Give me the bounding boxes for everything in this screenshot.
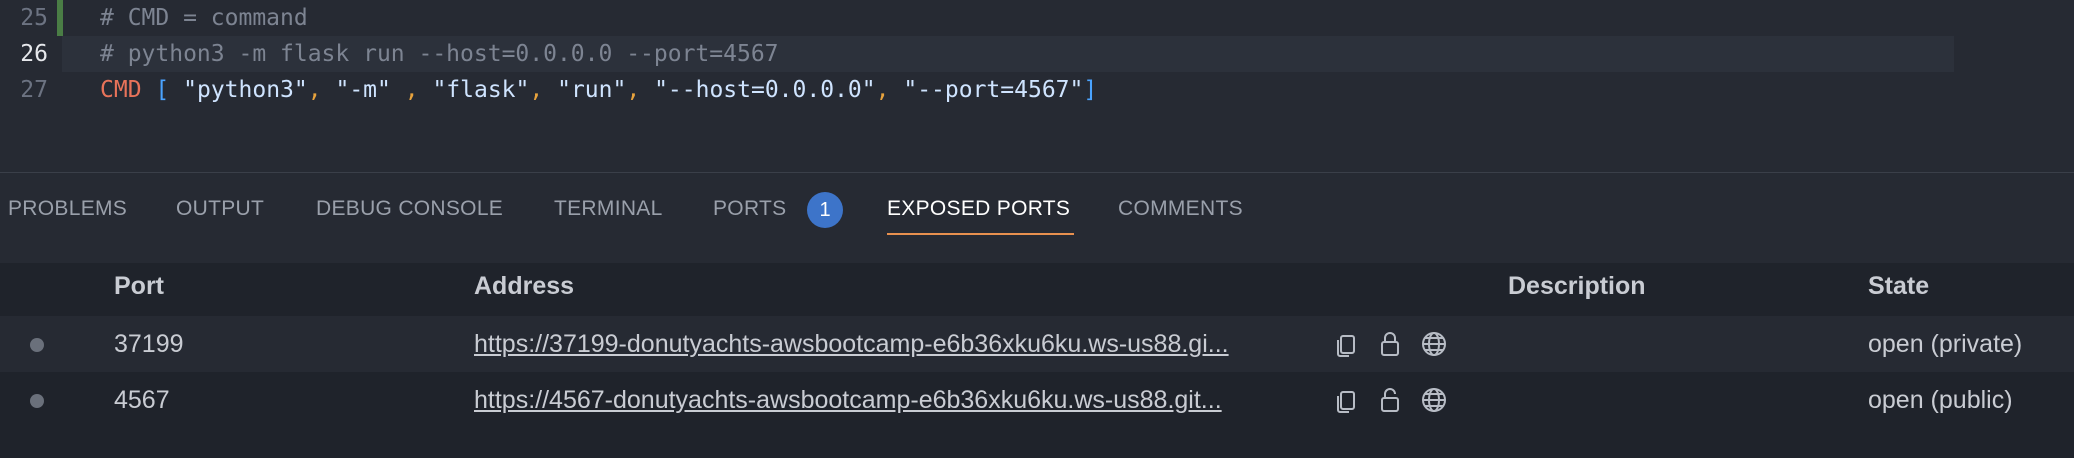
unlock-icon[interactable] <box>1376 386 1404 414</box>
code-line[interactable]: 25 # CMD = command <box>0 0 2074 36</box>
port-cell: 37199 <box>114 330 184 358</box>
address-link[interactable]: https://4567-donutyachts-awsbootcamp-e6b… <box>474 372 1319 428</box>
address-link[interactable]: https://37199-donutyachts-awsbootcamp-e6… <box>474 316 1319 372</box>
tab-exposed-ports[interactable]: EXPOSED PORTS <box>887 173 1075 263</box>
code-text: # python3 -m flask run --host=0.0.0.0 --… <box>100 41 779 67</box>
panel-tab-bar: PROBLEMS OUTPUT DEBUG CONSOLE TERMINAL P… <box>0 173 2074 263</box>
copy-icon[interactable] <box>1332 386 1360 414</box>
tab-label: OUTPUT <box>176 197 265 220</box>
table-empty-area <box>0 428 2074 458</box>
tab-label: PROBLEMS <box>8 197 128 220</box>
column-header-port[interactable]: Port <box>114 272 164 301</box>
globe-icon[interactable] <box>1420 386 1448 414</box>
code-editor[interactable]: 25 # CMD = command 26 # python3 -m flask… <box>0 0 2074 172</box>
lock-icon[interactable] <box>1376 330 1404 358</box>
code-string: "flask" <box>432 77 530 103</box>
globe-icon[interactable] <box>1420 330 1448 358</box>
tab-comments[interactable]: COMMENTS <box>1118 173 1243 263</box>
code-line[interactable]: 27 CMD [ "python3", "-m" , "flask", "run… <box>0 72 2074 108</box>
code-bracket: ] <box>1083 77 1098 103</box>
port-status-dot <box>30 394 44 408</box>
tab-debug-console[interactable]: DEBUG CONSOLE <box>316 173 503 263</box>
line-number: 27 <box>20 77 48 103</box>
ports-count-badge: 1 <box>807 192 843 228</box>
tab-label: PORTS <box>713 197 787 220</box>
code-string: "--host=0.0.0.0" <box>654 77 876 103</box>
tab-label: COMMENTS <box>1118 197 1243 220</box>
code-string: "--port=4567" <box>903 77 1084 103</box>
copy-icon[interactable] <box>1332 330 1360 358</box>
code-text: CMD [ "python3", "-m" , "flask", "run", … <box>100 77 1098 103</box>
table-row[interactable]: 37199 https://37199-donutyachts-awsbootc… <box>0 316 2074 372</box>
tab-output[interactable]: OUTPUT <box>176 173 264 263</box>
code-keyword: CMD <box>100 77 142 103</box>
column-header-state[interactable]: State <box>1868 272 1929 301</box>
line-number: 26 <box>20 41 48 67</box>
table-row[interactable]: 4567 https://4567-donutyachts-awsbootcam… <box>0 372 2074 428</box>
code-string: "-m" <box>335 77 391 103</box>
code-text: # CMD = command <box>100 5 308 31</box>
code-string: "run" <box>557 77 627 103</box>
state-cell: open (private) <box>1868 330 2023 358</box>
tab-ports[interactable]: PORTS <box>713 173 786 263</box>
tab-label: EXPOSED PORTS <box>887 197 1071 220</box>
state-cell: open (public) <box>1868 386 2013 414</box>
tab-problems[interactable]: PROBLEMS <box>8 173 127 263</box>
tab-terminal[interactable]: TERMINAL <box>554 173 663 263</box>
code-string: "python3" <box>183 77 308 103</box>
tab-label: TERMINAL <box>554 197 663 220</box>
code-line-current[interactable]: 26 # python3 -m flask run --host=0.0.0.0… <box>0 36 2074 72</box>
column-header-description[interactable]: Description <box>1508 272 1646 301</box>
port-status-dot <box>30 338 44 352</box>
tab-label: DEBUG CONSOLE <box>316 197 504 220</box>
active-tab-indicator <box>887 233 1075 235</box>
column-header-address[interactable]: Address <box>474 272 574 301</box>
code-bracket: [ <box>155 77 170 103</box>
line-number: 25 <box>20 5 48 31</box>
port-cell: 4567 <box>114 386 170 414</box>
